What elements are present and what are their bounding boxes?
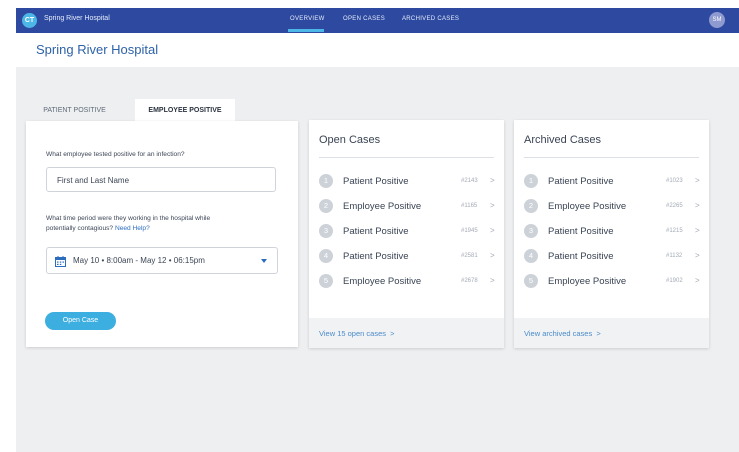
nav-overview[interactable]: OVERVIEW (290, 16, 325, 22)
open-cases-title: Open Cases (319, 134, 381, 146)
case-type-label: Employee Positive (548, 201, 627, 212)
case-id: #1945 (461, 228, 478, 234)
divider (524, 157, 699, 158)
archived-case-row[interactable]: 1 Patient Positive #1023 > (524, 174, 704, 190)
chevron-right-icon: > (695, 176, 700, 185)
open-case-row[interactable]: 4 Patient Positive #2581 > (319, 249, 499, 265)
case-type-label: Patient Positive (343, 251, 409, 262)
date-range-select[interactable]: May 10 • 8:00am - May 12 • 06:15pm (46, 247, 278, 274)
case-type-label: Employee Positive (343, 201, 422, 212)
case-number: 4 (524, 249, 538, 263)
view-open-cases-link[interactable]: View 15 open cases > (319, 329, 395, 338)
open-case-row[interactable]: 2 Employee Positive #1165 > (319, 199, 499, 215)
case-number: 4 (319, 249, 333, 263)
archived-cases-title: Archived Cases (524, 134, 602, 146)
top-nav-bar: CT Spring River Hospital OVERVIEW OPEN C… (16, 8, 739, 33)
user-avatar[interactable]: SM (709, 12, 725, 28)
case-number: 2 (524, 199, 538, 213)
employee-name-input[interactable]: First and Last Name (46, 167, 276, 192)
archived-case-row[interactable]: 3 Patient Positive #1215 > (524, 224, 704, 240)
chevron-right-icon: > (490, 251, 495, 260)
nav-active-indicator (288, 29, 324, 32)
nav-open-cases[interactable]: OPEN CASES (343, 16, 385, 22)
case-type-label: Employee Positive (343, 276, 422, 287)
case-id: #1215 (666, 228, 683, 234)
case-type-label: Patient Positive (548, 251, 614, 262)
tab-employee-positive[interactable]: EMPLOYEE POSITIVE (135, 99, 235, 122)
time-period-question-line1: What time period were they working in th… (46, 215, 211, 222)
page-header: Spring River Hospital (16, 33, 739, 67)
case-id: #2265 (666, 203, 683, 209)
open-case-row[interactable]: 5 Employee Positive #2678 > (319, 274, 499, 290)
archived-case-row[interactable]: 4 Patient Positive #1132 > (524, 249, 704, 265)
archived-cases-card: Archived Cases 1 Patient Positive #1023 … (514, 120, 709, 348)
view-archived-cases-label: View archived cases (524, 329, 593, 338)
chevron-right-icon: > (490, 276, 495, 285)
chevron-right-icon: > (695, 251, 700, 260)
page-title: Spring River Hospital (36, 42, 159, 57)
time-period-question: What time period were they working in th… (46, 214, 210, 234)
view-open-cases-label: View 15 open cases (319, 329, 386, 338)
chevron-right-icon: > (490, 176, 495, 185)
employee-question: What employee tested positive for an inf… (46, 151, 185, 158)
case-type-label: Employee Positive (548, 276, 627, 287)
case-number: 1 (319, 174, 333, 188)
case-id: #2143 (461, 178, 478, 184)
chevron-right-icon: > (695, 201, 700, 210)
time-period-question-line2: potentially contagious? (46, 225, 114, 232)
open-cases-card: Open Cases 1 Patient Positive #2143 > 2 … (309, 120, 504, 348)
calendar-icon (55, 256, 66, 267)
case-number: 5 (524, 274, 538, 288)
open-case-row[interactable]: 1 Patient Positive #2143 > (319, 174, 499, 190)
chevron-right-icon: > (695, 226, 700, 235)
archived-case-row[interactable]: 2 Employee Positive #2265 > (524, 199, 704, 215)
case-type-label: Patient Positive (548, 226, 614, 237)
case-type-label: Patient Positive (343, 176, 409, 187)
archived-cases-footer: View archived cases > (514, 318, 709, 348)
case-id: #1132 (666, 253, 683, 259)
case-number: 2 (319, 199, 333, 213)
case-number: 3 (524, 224, 538, 238)
open-case-button[interactable]: Open Case (45, 312, 116, 330)
app-logo[interactable]: CT (22, 13, 37, 28)
case-number: 1 (524, 174, 538, 188)
chevron-right-icon: > (596, 329, 601, 338)
open-case-row[interactable]: 3 Patient Positive #1945 > (319, 224, 499, 240)
case-type-label: Patient Positive (548, 176, 614, 187)
chevron-right-icon: > (490, 201, 495, 210)
archived-case-row[interactable]: 5 Employee Positive #1902 > (524, 274, 704, 290)
case-id: #2581 (461, 253, 478, 259)
case-number: 3 (319, 224, 333, 238)
chevron-right-icon: > (390, 329, 395, 338)
chevron-right-icon: > (490, 226, 495, 235)
app-frame: CT Spring River Hospital OVERVIEW OPEN C… (16, 8, 739, 452)
divider (319, 157, 494, 158)
employee-positive-form: What employee tested positive for an inf… (26, 121, 298, 347)
case-id: #1023 (666, 178, 683, 184)
nav-archived-cases[interactable]: ARCHIVED CASES (402, 16, 459, 22)
tab-patient-positive[interactable]: PATIENT POSITIVE (26, 99, 123, 121)
case-id: #1902 (666, 278, 683, 284)
need-help-link[interactable]: Need Help? (115, 225, 150, 232)
app-name[interactable]: Spring River Hospital (44, 15, 110, 22)
view-archived-cases-link[interactable]: View archived cases > (524, 329, 601, 338)
date-range-value: May 10 • 8:00am - May 12 • 06:15pm (73, 256, 205, 265)
case-id: #2678 (461, 278, 478, 284)
case-id: #1165 (461, 203, 478, 209)
case-number: 5 (319, 274, 333, 288)
chevron-right-icon: > (695, 276, 700, 285)
caret-down-icon (261, 259, 267, 263)
open-cases-footer: View 15 open cases > (309, 318, 504, 348)
case-type-label: Patient Positive (343, 226, 409, 237)
